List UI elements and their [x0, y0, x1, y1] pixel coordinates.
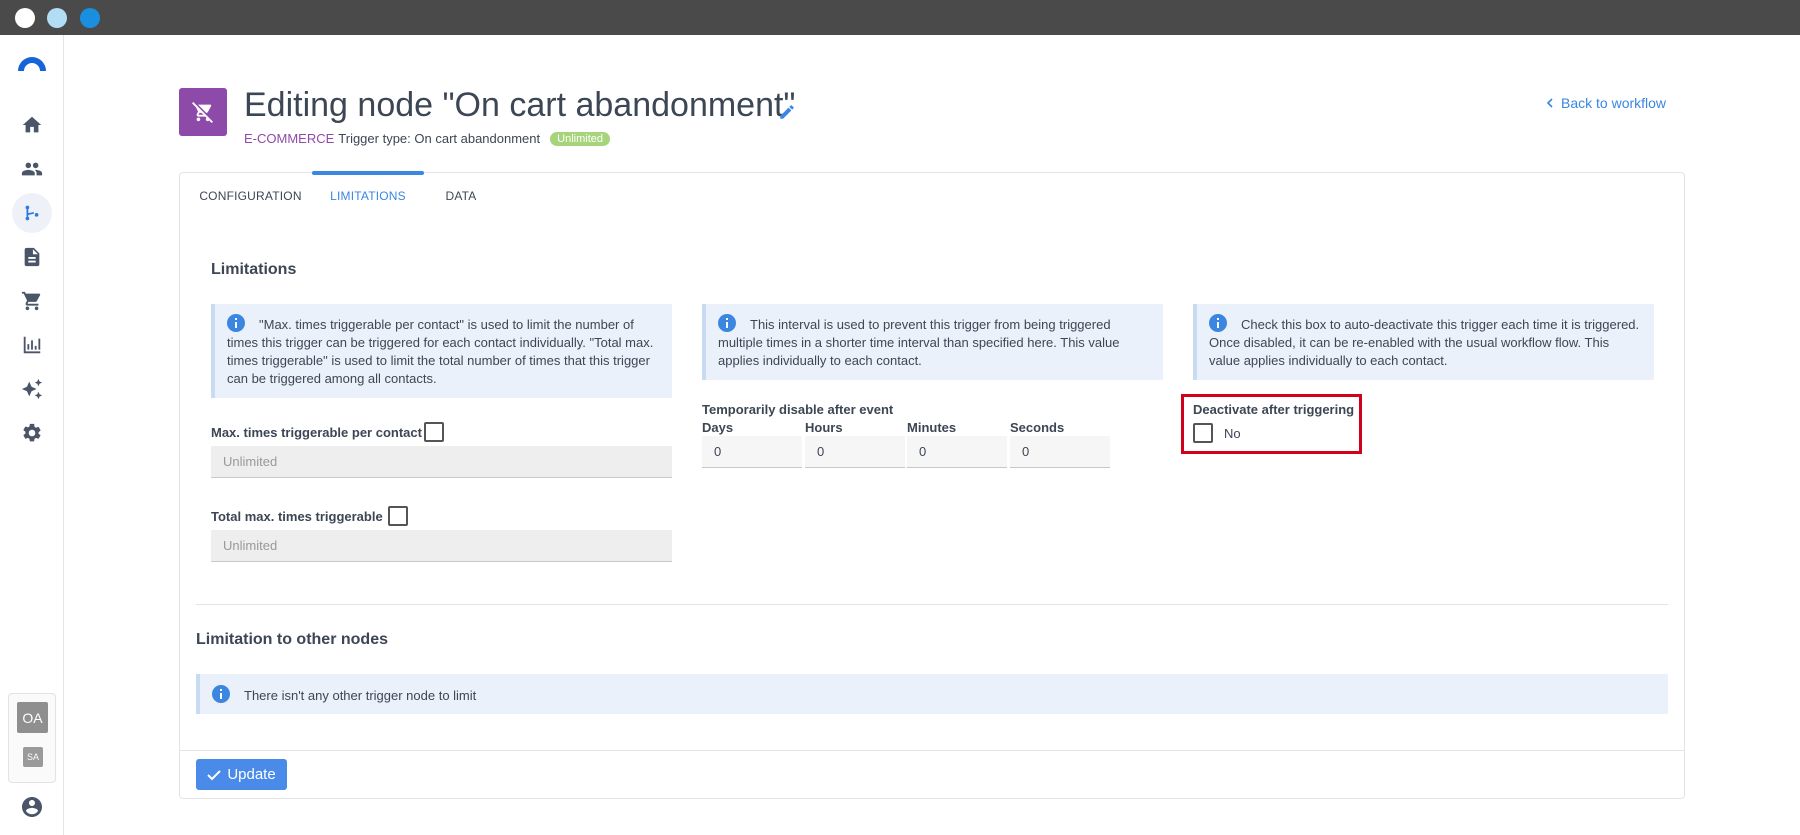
back-to-workflow-link[interactable]: Back to workflow	[1545, 95, 1666, 111]
account-switcher[interactable]: OA SA	[8, 693, 56, 783]
info-icon	[1209, 314, 1227, 332]
sparkles-icon	[21, 378, 43, 400]
tab-data[interactable]: DATA	[436, 173, 486, 219]
sidebar: OA SA	[0, 35, 64, 835]
info-box-other-nodes: There isn't any other trigger node to li…	[196, 674, 1668, 714]
cart-off-icon	[192, 102, 213, 123]
sidebar-item-contacts[interactable]	[12, 149, 52, 189]
minutes-input[interactable]: 0	[907, 436, 1007, 468]
max-per-contact-checkbox[interactable]	[424, 422, 444, 442]
sidebar-item-workflows[interactable]	[12, 193, 52, 233]
back-link-label[interactable]: Back to workflow	[1561, 95, 1666, 111]
sidebar-item-reports[interactable]	[12, 325, 52, 365]
hours-label: Hours	[805, 420, 843, 435]
window-maximize-button[interactable]	[80, 8, 100, 28]
total-max-input: Unlimited	[211, 530, 672, 562]
chevron-left-icon	[1546, 98, 1553, 108]
update-button-label[interactable]: Update	[227, 766, 275, 783]
status-badge: Unlimited	[550, 131, 610, 146]
node-subtitle: E-COMMERCE Trigger type: On cart abandon…	[244, 131, 610, 146]
window-minimize-button[interactable]	[47, 8, 67, 28]
days-input[interactable]: 0	[702, 436, 802, 468]
app-logo-icon[interactable]	[16, 53, 48, 73]
max-per-contact-label: Max. times triggerable per contact	[211, 425, 422, 440]
sidebar-item-settings[interactable]	[12, 413, 52, 453]
highlight-box	[1181, 394, 1362, 454]
section-divider	[196, 604, 1668, 605]
window-close-button[interactable]	[15, 8, 35, 28]
tab-configuration[interactable]: CONFIGURATION	[195, 173, 306, 219]
sidebar-item-documents[interactable]	[12, 237, 52, 277]
minutes-label: Minutes	[907, 420, 957, 435]
contacts-icon	[21, 162, 43, 176]
tab-limitations[interactable]: LIMITATIONS	[312, 171, 424, 219]
info-text-max-times: "Max. times triggerable per contact" is …	[227, 317, 654, 386]
avatar-primary[interactable]: OA	[17, 702, 48, 733]
total-max-label: Total max. times triggerable	[211, 509, 383, 524]
seconds-input[interactable]: 0	[1010, 436, 1110, 468]
home-icon	[22, 116, 42, 133]
days-label: Days	[702, 420, 734, 435]
info-text-interval: This interval is used to prevent this tr…	[718, 317, 1120, 368]
update-button[interactable]: Update	[196, 759, 287, 790]
total-max-checkbox[interactable]	[388, 506, 408, 526]
sidebar-item-ecommerce[interactable]	[12, 281, 52, 321]
node-category: E-COMMERCE	[244, 131, 335, 146]
limitations-heading: Limitations	[211, 261, 297, 278]
info-box-interval: This interval is used to prevent this tr…	[702, 304, 1163, 380]
info-text-deactivate: Check this box to auto-deactivate this t…	[1209, 317, 1640, 368]
info-icon	[212, 685, 230, 703]
trigger-type: Trigger type: On cart abandonment	[338, 131, 541, 146]
page-title: Editing node "On cart abandonment"	[244, 86, 796, 124]
max-per-contact-input: Unlimited	[211, 446, 672, 478]
other-nodes-heading: Limitation to other nodes	[196, 631, 388, 648]
cart-icon	[21, 291, 41, 311]
info-box-max-times: "Max. times triggerable per contact" is …	[211, 304, 672, 398]
window-titlebar	[0, 0, 1800, 35]
node-type-icon	[179, 88, 227, 136]
sidebar-item-ai[interactable]	[12, 369, 52, 409]
edit-title-icon[interactable]	[778, 103, 796, 121]
seconds-label: Seconds	[1010, 420, 1065, 435]
sidebar-item-home[interactable]	[12, 105, 52, 145]
info-text-other-nodes: There isn't any other trigger node to li…	[244, 688, 477, 703]
info-icon	[227, 314, 245, 332]
info-box-deactivate: Check this box to auto-deactivate this t…	[1193, 304, 1654, 380]
info-icon	[718, 314, 736, 332]
footer-divider	[180, 750, 1684, 751]
disable-after-event-label: Temporarily disable after event	[702, 402, 894, 417]
hours-input[interactable]: 0	[805, 436, 905, 468]
document-icon	[24, 247, 40, 267]
gear-icon	[23, 423, 41, 442]
user-account-icon[interactable]	[20, 795, 44, 819]
workflow-icon	[25, 205, 39, 221]
chart-icon	[23, 336, 41, 354]
avatar-secondary[interactable]: SA	[23, 747, 43, 767]
check-icon	[207, 769, 222, 780]
